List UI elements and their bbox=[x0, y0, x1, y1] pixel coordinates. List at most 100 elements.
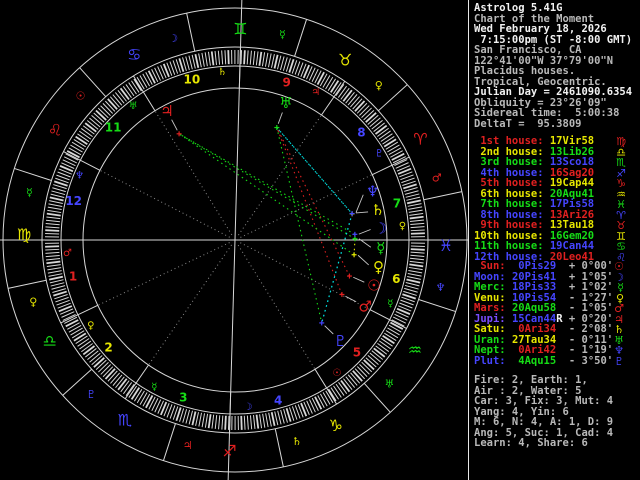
degree-tick bbox=[182, 409, 188, 423]
degree-tick bbox=[253, 414, 256, 430]
degree-tick bbox=[45, 226, 60, 229]
degree-tick bbox=[385, 330, 399, 339]
degree-tick bbox=[125, 84, 135, 97]
house-ruler-icon: ♀ bbox=[87, 321, 94, 332]
house-cusp-dotted-line bbox=[97, 242, 230, 306]
planet-pointer-line bbox=[353, 276, 365, 283]
degree-tick bbox=[221, 50, 224, 65]
degree-tick bbox=[388, 147, 402, 156]
degree-tick bbox=[46, 216, 61, 220]
degree-tick bbox=[194, 53, 200, 69]
house-ruler-icon: ☿ bbox=[151, 382, 157, 393]
house-number-5: 5 bbox=[353, 346, 361, 360]
degree-tick bbox=[350, 96, 360, 108]
degree-tick bbox=[407, 272, 422, 277]
degree-tick bbox=[406, 196, 421, 201]
degree-tick bbox=[52, 187, 66, 193]
degree-tick bbox=[47, 267, 62, 271]
degree-tick bbox=[87, 350, 99, 361]
degree-tick bbox=[110, 372, 120, 384]
degree-tick bbox=[385, 141, 399, 150]
degree-tick bbox=[255, 51, 259, 66]
sign-glyph-cancer: ♋ bbox=[127, 45, 141, 64]
degree-tick bbox=[117, 378, 128, 391]
wheel-planet-icon-mars: ♂ bbox=[358, 297, 371, 315]
degree-tick bbox=[246, 415, 249, 430]
chart-statistics: Fire: 2, Earth: 1, Air : 2, Water: 5 Car: … bbox=[474, 375, 640, 449]
degree-tick bbox=[198, 412, 203, 427]
degree-tick bbox=[383, 138, 397, 148]
house-ruler-icon: ♆ bbox=[75, 171, 84, 182]
degree-tick bbox=[100, 364, 111, 375]
degree-tick bbox=[380, 133, 393, 142]
degree-tick bbox=[51, 285, 66, 290]
degree-tick bbox=[407, 203, 422, 207]
degree-tick bbox=[188, 55, 193, 70]
degree-tick bbox=[384, 332, 397, 342]
degree-tick bbox=[277, 410, 282, 425]
stats-text: Learn: 4, Share: 6 bbox=[474, 437, 588, 449]
degree-tick bbox=[409, 263, 424, 268]
house-number-1: 1 bbox=[69, 270, 77, 284]
planet-pointer-line bbox=[324, 325, 334, 335]
degree-tick bbox=[201, 52, 205, 67]
house-cusp-dotted-line bbox=[237, 244, 316, 370]
degree-tick bbox=[79, 340, 92, 350]
house-number-2: 2 bbox=[104, 341, 112, 355]
degree-tick bbox=[89, 352, 101, 363]
degree-tick bbox=[319, 73, 328, 87]
house-number-12: 12 bbox=[65, 194, 82, 208]
degree-tick bbox=[100, 105, 111, 116]
house-cusp-line bbox=[369, 309, 407, 329]
degree-tick bbox=[374, 124, 388, 135]
planet-velocity: - 3°50' bbox=[562, 354, 614, 367]
aspect-line-sextile-neptune-pluto bbox=[321, 213, 353, 324]
degree-tick bbox=[410, 229, 425, 232]
sign-boundary-line bbox=[294, 19, 308, 57]
degree-tick bbox=[388, 324, 402, 333]
degree-tick bbox=[311, 68, 319, 82]
degree-tick bbox=[273, 54, 279, 69]
degree-tick bbox=[410, 251, 425, 254]
degree-tick bbox=[404, 287, 418, 293]
degree-tick bbox=[188, 410, 194, 425]
degree-tick bbox=[112, 94, 123, 106]
degree-tick bbox=[221, 415, 224, 430]
aspect-line-trine-moon-jupiter bbox=[178, 133, 356, 235]
degree-tick bbox=[270, 411, 276, 427]
house-number-9: 9 bbox=[283, 75, 291, 89]
degree-tick bbox=[46, 212, 61, 217]
degree-tick bbox=[342, 89, 353, 102]
degree-tick bbox=[335, 383, 345, 396]
degree-tick bbox=[73, 138, 86, 148]
degree-tick bbox=[325, 76, 334, 90]
degree-tick bbox=[46, 264, 61, 268]
degree-tick bbox=[333, 385, 342, 398]
degree-tick bbox=[104, 368, 116, 380]
house-cusp-dotted-line bbox=[238, 114, 322, 236]
degree-tick bbox=[211, 414, 215, 429]
sign-boundary-line bbox=[274, 428, 284, 468]
degree-tick bbox=[214, 50, 217, 66]
house-ruler-icon: ☽ bbox=[243, 402, 252, 413]
degree-tick bbox=[91, 115, 103, 125]
degree-tick bbox=[408, 266, 423, 271]
degree-tick bbox=[404, 284, 419, 290]
house-ruler-icon: ♇ bbox=[375, 148, 384, 159]
house-cusp-dotted-line bbox=[154, 110, 233, 236]
degree-tick bbox=[191, 411, 197, 426]
stats-line-7: Learn: 4, Share: 6 bbox=[474, 438, 640, 449]
degree-tick bbox=[347, 94, 358, 106]
degree-tick bbox=[70, 327, 83, 336]
degree-tick bbox=[367, 355, 379, 365]
house-cusp-dotted-line bbox=[99, 169, 230, 238]
planet-icon: ♇ bbox=[614, 354, 624, 368]
degree-tick bbox=[271, 54, 275, 68]
degree-tick bbox=[365, 112, 377, 123]
sign-glyph-aquarius: ♒ bbox=[408, 341, 422, 360]
degree-tick bbox=[276, 55, 282, 70]
degree-tick bbox=[70, 144, 83, 153]
degree-tick bbox=[345, 376, 356, 388]
degree-tick bbox=[51, 190, 66, 196]
degree-tick bbox=[151, 398, 159, 412]
